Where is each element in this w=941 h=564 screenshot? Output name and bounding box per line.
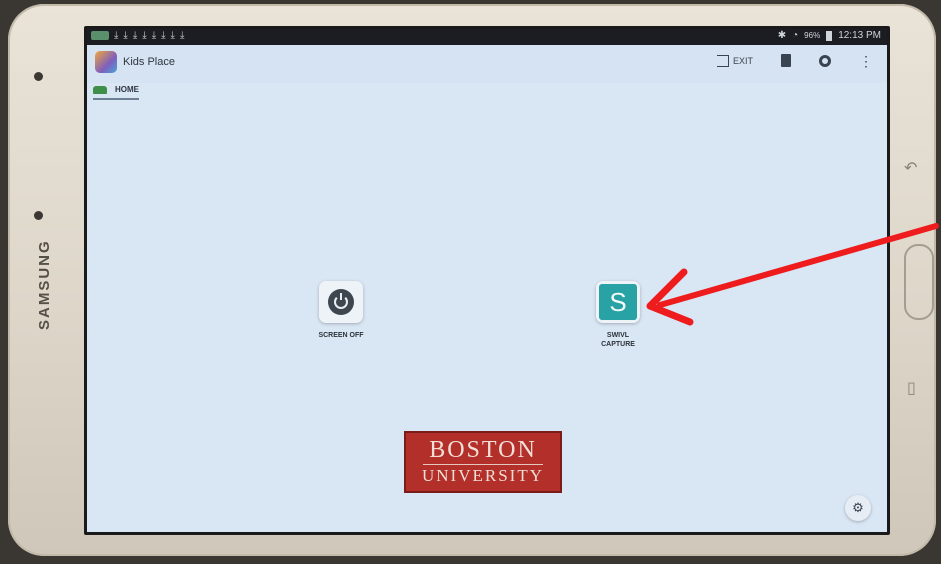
power-icon bbox=[328, 289, 354, 315]
download-icon: ⤓ bbox=[161, 30, 166, 41]
download-icon: ⤓ bbox=[123, 30, 128, 41]
camera-sensor-middle bbox=[34, 211, 43, 220]
app-label: SCREEN OFF bbox=[318, 332, 364, 339]
download-icon: ⤓ bbox=[114, 30, 119, 41]
gear-icon: ⚙ bbox=[852, 500, 864, 516]
battery-percent: 96% bbox=[804, 31, 821, 40]
app-bar: Kids Place EXIT ⋮ bbox=[87, 45, 887, 83]
app-label: SWIVL CAPTURE bbox=[573, 331, 663, 349]
app-bar-actions: EXIT ⋮ bbox=[716, 52, 873, 69]
tab-bar: HOME bbox=[87, 83, 887, 103]
back-hardware-button[interactable]: ↶ bbox=[904, 158, 917, 177]
tab-home-label: HOME bbox=[115, 85, 139, 94]
download-icon: ⤓ bbox=[132, 30, 138, 41]
logo-line2: UNIVERSITY bbox=[422, 466, 544, 485]
app-label-line1: SWIVL bbox=[606, 332, 630, 339]
system-indicators: ✱ ◔ 96% 12:13 PM bbox=[778, 30, 881, 41]
kids-place-logo-icon bbox=[95, 51, 117, 73]
wifi-icon: ◔ bbox=[792, 30, 799, 41]
screen-off-tile-icon bbox=[319, 281, 363, 323]
home-hardware-button[interactable] bbox=[904, 244, 934, 320]
download-icon: ⤓ bbox=[179, 30, 185, 41]
status-bar: ⤓ ⤓ ⤓ ⤓ ⤓ ⤓ ⤓ ⤓ ✱ ◔ 96% 12:13 PM bbox=[87, 29, 887, 45]
app-title: Kids Place bbox=[123, 56, 175, 68]
document-button[interactable] bbox=[781, 54, 791, 67]
boston-university-logo: BOSTON UNIVERSITY bbox=[404, 431, 562, 493]
tab-home[interactable]: HOME bbox=[93, 85, 139, 100]
device-brand: SAMSUNG bbox=[36, 239, 53, 330]
app-tile-swivl-capture[interactable]: S SWIVL CAPTURE bbox=[573, 281, 663, 349]
exit-icon bbox=[716, 54, 729, 67]
camera-sensor-top bbox=[34, 72, 43, 81]
exit-button[interactable]: EXIT bbox=[716, 54, 753, 67]
app-label-line2: CAPTURE bbox=[601, 341, 635, 348]
car-icon bbox=[93, 85, 107, 94]
download-icon: ⤓ bbox=[142, 30, 147, 41]
notification-icons: ⤓ ⤓ ⤓ ⤓ ⤓ ⤓ ⤓ ⤓ bbox=[91, 30, 184, 41]
bluetooth-icon: ✱ bbox=[777, 30, 787, 41]
swivl-tile-icon: S bbox=[596, 281, 640, 323]
recents-hardware-button[interactable]: ▯ bbox=[907, 378, 916, 397]
battery-icon bbox=[826, 30, 833, 41]
exit-label: EXIT bbox=[732, 55, 753, 66]
settings-toggle-button[interactable] bbox=[819, 54, 831, 67]
download-icon: ⤓ bbox=[170, 30, 175, 41]
settings-gear-button[interactable]: ⚙ bbox=[845, 495, 871, 521]
app-tile-screen-off[interactable]: SCREEN OFF bbox=[296, 281, 386, 340]
notification-app-icon bbox=[91, 31, 109, 40]
tablet-screen: ⤓ ⤓ ⤓ ⤓ ⤓ ⤓ ⤓ ⤓ ✱ ◔ 96% 12:13 PM Kids Pl… bbox=[84, 26, 890, 535]
download-icon: ⤓ bbox=[151, 30, 157, 41]
document-icon bbox=[781, 54, 791, 67]
overflow-menu-button[interactable]: ⋮ bbox=[859, 52, 873, 69]
clock: 12:13 PM bbox=[838, 30, 881, 41]
more-vertical-icon: ⋮ bbox=[859, 52, 873, 69]
logo-line1: BOSTON bbox=[429, 437, 537, 463]
swivl-s-icon: S bbox=[599, 284, 637, 320]
circle-settings-icon bbox=[819, 54, 831, 67]
